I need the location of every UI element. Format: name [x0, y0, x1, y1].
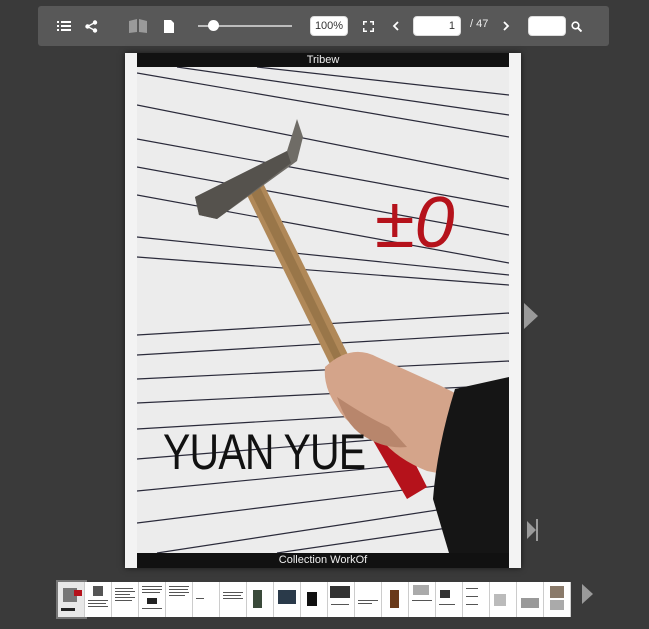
page-header-text: Tribew — [137, 53, 509, 67]
thumbnail-page[interactable] — [56, 580, 87, 619]
next-page-icon[interactable] — [499, 6, 513, 46]
thumbnail-page[interactable] — [544, 582, 571, 617]
thumbnail-page[interactable] — [193, 582, 220, 617]
double-page-icon[interactable] — [127, 6, 149, 46]
thumbnail-page[interactable] — [436, 582, 463, 617]
page-footer-text: Collection WorkOf — [137, 553, 509, 568]
zoom-input[interactable]: 100% — [310, 16, 348, 36]
thumbnail-strip — [56, 580, 571, 619]
search-input[interactable] — [528, 16, 566, 36]
toolbar: 100% 1 / 47 — [38, 6, 609, 46]
page-number-input[interactable]: 1 — [413, 16, 461, 36]
list-icon[interactable] — [54, 6, 74, 46]
next-page-arrow-icon[interactable] — [524, 303, 538, 334]
page-total: / 47 — [470, 18, 489, 30]
thumbnail-page[interactable] — [112, 582, 139, 617]
thumbnail-page[interactable] — [409, 582, 436, 617]
thumbnail-page[interactable] — [274, 582, 301, 617]
prev-page-icon[interactable] — [388, 6, 402, 46]
thumbnail-next-arrow-icon[interactable] — [582, 584, 593, 609]
thumbnail-page[interactable] — [247, 582, 274, 617]
thumbnail-page[interactable] — [139, 582, 166, 617]
search-icon[interactable] — [569, 6, 583, 46]
thumbnail-page[interactable] — [328, 582, 355, 617]
thumbnail-page[interactable] — [517, 582, 544, 617]
thumbnail-page[interactable] — [490, 582, 517, 617]
thumbnail-page[interactable] — [85, 582, 112, 617]
thumbnail-page[interactable] — [220, 582, 247, 617]
share-icon[interactable] — [82, 6, 100, 46]
zoom-slider-handle[interactable] — [208, 20, 219, 31]
last-page-arrow-icon[interactable] — [527, 519, 539, 546]
thumbnail-page[interactable] — [463, 582, 490, 617]
fullscreen-icon[interactable] — [360, 6, 376, 46]
cover-title: YUAN YUE — [163, 424, 366, 480]
cover-page: Tribew ±0 YUAN YUE Collection WorkOf — [137, 53, 509, 568]
thumbnail-page[interactable] — [382, 582, 409, 617]
thumbnail-page[interactable] — [355, 582, 382, 617]
flipbook-page[interactable]: Tribew ±0 YUAN YUE Collection WorkOf — [125, 53, 521, 568]
single-page-icon[interactable] — [161, 6, 177, 46]
cover-mark-text: ±0 — [375, 183, 455, 263]
thumbnail-page[interactable] — [166, 582, 193, 617]
thumbnail-page[interactable] — [301, 582, 328, 617]
